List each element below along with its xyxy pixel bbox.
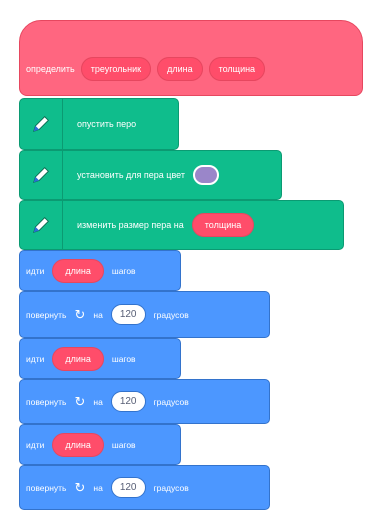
steps-label: шагов	[111, 439, 136, 450]
degrees-label: градусов	[153, 309, 189, 320]
move-steps-block[interactable]: идти длина шагов	[19, 338, 181, 379]
turn-by-label: на	[93, 309, 103, 320]
change-pen-size-label: изменить размер пера на	[77, 220, 184, 230]
length-reporter[interactable]: длина	[52, 258, 104, 283]
rotate-right-icon: ↻	[74, 307, 86, 322]
move-label: идти	[26, 265, 45, 276]
rotate-right-icon: ↻	[74, 394, 86, 409]
pen-icon	[32, 167, 49, 184]
param-triangle[interactable]: треугольник	[80, 57, 152, 81]
pen-icon-box	[20, 151, 63, 199]
turn-label: повернуть	[26, 309, 67, 320]
length-reporter[interactable]: длина	[52, 346, 104, 371]
turn-right-block[interactable]: повернуть ↻ на 120 градусов	[19, 291, 270, 338]
degrees-input[interactable]: 120	[110, 304, 146, 325]
steps-label: шагов	[111, 353, 136, 364]
thickness-reporter[interactable]: толщина	[191, 213, 255, 237]
define-label: определить	[26, 64, 75, 74]
move-label: идти	[26, 353, 45, 364]
pen-color-swatch[interactable]	[192, 165, 219, 185]
pen-down-label: опустить перо	[77, 119, 137, 129]
change-pen-size-block[interactable]: изменить размер пера на толщина	[19, 200, 344, 250]
move-steps-block[interactable]: идти длина шагов	[19, 250, 181, 291]
degrees-label: градусов	[153, 482, 189, 493]
turn-label: повернуть	[26, 396, 67, 407]
pen-down-label-wrap: опустить перо	[63, 119, 136, 129]
code-canvas: определить треугольник длина толщина опу…	[0, 0, 385, 513]
pen-icon	[32, 116, 49, 133]
turn-right-block[interactable]: повернуть ↻ на 120 градусов	[19, 379, 270, 424]
degrees-input[interactable]: 120	[110, 477, 146, 498]
degrees-label: градусов	[153, 396, 189, 407]
change-pen-size-label-wrap: изменить размер пера на толщина	[63, 213, 255, 237]
pen-down-block[interactable]: опустить перо	[19, 98, 179, 150]
move-steps-block[interactable]: идти длина шагов	[19, 424, 181, 465]
param-length[interactable]: длина	[157, 57, 203, 81]
degrees-input[interactable]: 120	[110, 391, 146, 412]
set-pen-color-label-wrap: установить для пера цвет	[63, 165, 219, 185]
pen-icon-box	[20, 99, 63, 149]
rotate-right-icon: ↻	[74, 480, 86, 495]
turn-label: повернуть	[26, 482, 67, 493]
set-pen-color-label: установить для пера цвет	[77, 170, 185, 180]
pen-icon-box	[20, 201, 63, 249]
steps-label: шагов	[111, 265, 136, 276]
define-block[interactable]: определить треугольник длина толщина	[19, 20, 363, 96]
set-pen-color-block[interactable]: установить для пера цвет	[19, 150, 282, 200]
param-thickness[interactable]: толщина	[208, 57, 266, 81]
pen-icon	[32, 217, 49, 234]
move-label: идти	[26, 439, 45, 450]
length-reporter[interactable]: длина	[52, 432, 104, 457]
turn-by-label: на	[93, 396, 103, 407]
turn-right-block[interactable]: повернуть ↻ на 120 градусов	[19, 465, 270, 510]
turn-by-label: на	[93, 482, 103, 493]
